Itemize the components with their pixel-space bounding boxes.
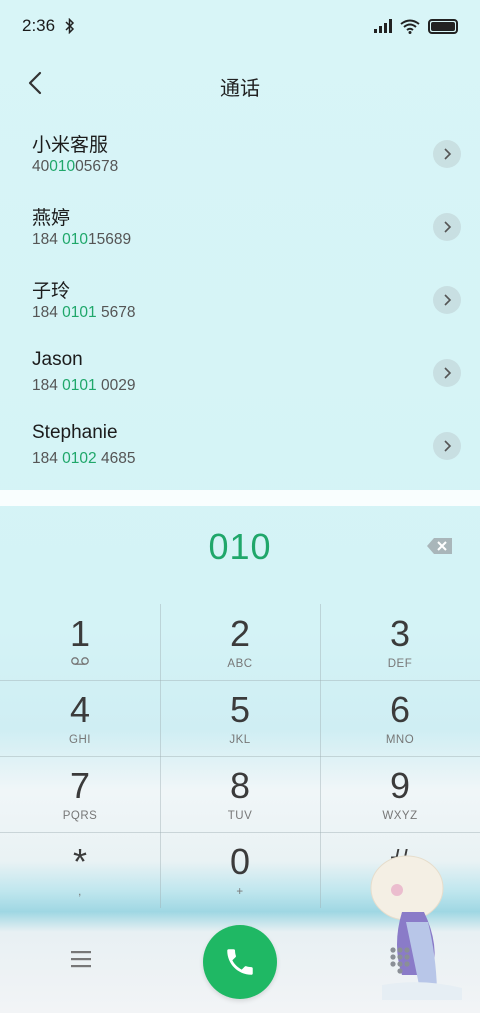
contact-number: 184 0101 0029 xyxy=(32,377,136,394)
matched-digits: 0102 xyxy=(62,450,97,467)
key-digit: 8 xyxy=(229,765,251,806)
contact-row[interactable]: Stephanie 184 0102 4685 xyxy=(0,410,480,483)
contact-name: 燕婷 xyxy=(32,208,71,229)
contact-detail-button[interactable] xyxy=(433,213,461,241)
contact-row[interactable]: 子玲 184 0101 5678 xyxy=(0,264,480,337)
key-digit: 2 xyxy=(229,613,251,654)
matched-digits: 0101 xyxy=(62,377,97,394)
call-button[interactable] xyxy=(203,925,277,999)
key-digit: 6 xyxy=(389,689,411,730)
contact-row[interactable]: Jason 184 0101 0029 xyxy=(0,337,480,410)
battery-icon xyxy=(428,18,458,34)
contact-name: 小米客服 xyxy=(32,135,109,156)
wifi-icon xyxy=(400,19,420,34)
contact-name: Jason xyxy=(32,349,83,370)
key-letters: JKL xyxy=(229,734,251,746)
key-7[interactable]: 7 PQRS xyxy=(0,756,160,832)
chevron-right-icon xyxy=(444,367,452,379)
contact-detail-button[interactable] xyxy=(433,359,461,387)
menu-icon[interactable] xyxy=(67,947,95,971)
bluetooth-icon xyxy=(65,18,75,34)
contact-row[interactable]: 燕婷 184 01015689 xyxy=(0,191,480,264)
chevron-right-icon xyxy=(444,294,452,306)
contact-detail-button[interactable] xyxy=(433,140,461,168)
key-digit: 0 xyxy=(229,841,251,882)
key-letters: + xyxy=(236,886,244,898)
page-title: 通话 xyxy=(220,78,260,100)
contact-name: 子玲 xyxy=(32,281,71,302)
contact-detail-button[interactable] xyxy=(433,432,461,460)
header: 通话 xyxy=(0,60,480,110)
matched-digits: 010 xyxy=(62,231,89,248)
key-4[interactable]: 4 GHI xyxy=(0,680,160,756)
voicemail-icon xyxy=(71,657,89,665)
contact-number: 184 0101 5678 xyxy=(32,304,136,321)
matched-digits: 010 xyxy=(49,158,76,175)
contact-detail-button[interactable] xyxy=(433,286,461,314)
chevron-right-icon xyxy=(444,148,452,160)
contact-number: 184 01015689 xyxy=(32,231,132,248)
status-time: 2:36 xyxy=(22,16,56,35)
backspace-icon[interactable] xyxy=(426,536,454,556)
contact-number: 184 0102 4685 xyxy=(32,450,136,467)
key-digit: 4 xyxy=(69,689,91,730)
key-digit: 5 xyxy=(229,689,251,730)
key-digit: 1 xyxy=(69,613,91,654)
key-letters: GHI xyxy=(69,734,91,746)
key-2[interactable]: 2 ABC xyxy=(160,604,320,680)
key-6[interactable]: 6 MNO xyxy=(320,680,480,756)
key-letters: MNO xyxy=(385,734,415,746)
key-8[interactable]: 8 TUV xyxy=(160,756,320,832)
status-bar: 2:36 xyxy=(0,0,480,52)
key-digit: 3 xyxy=(389,613,411,654)
contact-name: Stephanie xyxy=(32,422,118,443)
chevron-right-icon xyxy=(444,221,452,233)
list-divider xyxy=(0,490,480,506)
matched-digits: 0101 xyxy=(62,304,97,321)
key-1[interactable]: 1 xyxy=(0,604,160,680)
signal-icon xyxy=(374,19,392,33)
chevron-right-icon xyxy=(444,440,452,452)
bottom-action-bar xyxy=(0,925,480,999)
contact-number: 4001005678 xyxy=(32,158,119,175)
key-0[interactable]: 0 + xyxy=(160,832,320,908)
key-letters: ABC xyxy=(227,658,253,670)
dialed-number[interactable]: 010 xyxy=(0,526,480,568)
key-digit: * xyxy=(72,841,87,882)
key-9[interactable]: 9 WXYZ xyxy=(320,756,480,832)
key-letters: TUV xyxy=(227,810,253,822)
key-letters: WXYZ xyxy=(382,810,418,822)
key-3[interactable]: 3 DEF xyxy=(320,604,480,680)
phone-icon xyxy=(227,949,253,975)
contact-row[interactable]: 小米客服 4001005678 xyxy=(0,118,480,191)
contact-list: 小米客服 4001005678 燕婷 184 01015689 子玲 184 0… xyxy=(0,118,480,483)
key-digit: 7 xyxy=(69,765,91,806)
key-star[interactable]: * , xyxy=(0,832,160,908)
key-5[interactable]: 5 JKL xyxy=(160,680,320,756)
key-letters: , xyxy=(78,886,82,898)
key-letters: PQRS xyxy=(62,810,98,822)
key-digit: 9 xyxy=(389,765,411,806)
key-letters: DEF xyxy=(387,658,413,670)
dialpad-icon[interactable] xyxy=(387,945,413,975)
